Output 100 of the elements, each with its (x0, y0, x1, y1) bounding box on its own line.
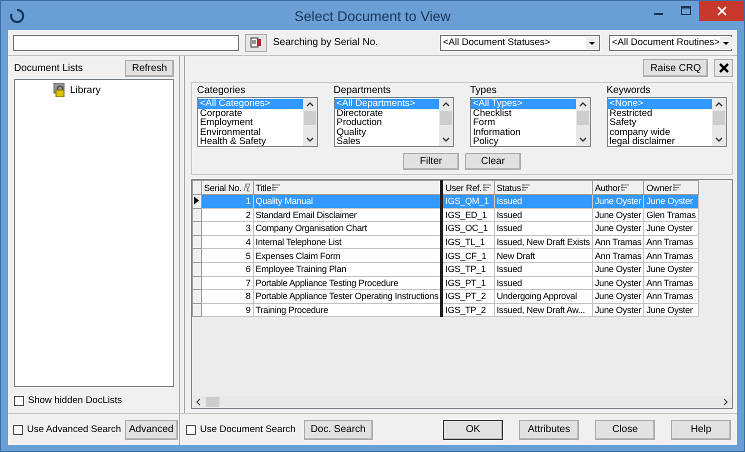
scrollbar-drawing[interactable] (302, 98, 316, 146)
table-row[interactable]: 3 Company Organisation Chart IGS_OC_1 Issued June Oyster June Oyster (192, 222, 698, 236)
table-cell: June Oyster (644, 262, 698, 276)
table-cell: Issued (494, 194, 592, 208)
filter-label: Categories (197, 85, 246, 97)
advanced-button[interactable]: Advanced (125, 420, 178, 440)
caret-icon (720, 36, 732, 48)
column-header[interactable]: Owner (644, 180, 698, 194)
close-icon (716, 6, 726, 16)
list-item[interactable]: Corporate (198, 108, 302, 118)
table-cell: IGS_CF_1 (442, 248, 494, 262)
list-item[interactable]: Safety (608, 118, 712, 128)
table-cell: 5 (202, 248, 254, 262)
search-mode-label: Searching by Serial No. (273, 37, 378, 48)
table-cell: Issued, New Draft Aw... (494, 303, 592, 317)
close-button[interactable] (699, 1, 744, 21)
table-cell: Ann Tramas (644, 248, 698, 262)
dialog-button[interactable]: OK (443, 420, 503, 440)
column-header[interactable]: Serial No. (202, 180, 254, 194)
table-row[interactable]: 2 Standard Email Disclaimer IGS_ED_1 Issued June Oyster Glen Tramas (192, 208, 698, 222)
list-item[interactable]: Environmental (198, 128, 302, 138)
table-cell: IGS_TP_2 (442, 303, 494, 317)
dialog-button[interactable]: Close (595, 420, 655, 440)
table-cell: 6 (202, 262, 254, 276)
table-cell: IGS_PT_2 (442, 290, 494, 304)
table-cell: June Oyster (592, 262, 644, 276)
filter-listbox[interactable]: <All Categories> Corporate Employment Environmental Health & Safety (197, 97, 318, 147)
table-cell: IGS_QM_1 (442, 194, 494, 208)
list-item[interactable]: Restricted (608, 108, 712, 118)
dialog-button[interactable]: Help (671, 420, 731, 440)
table-cell: June Oyster (592, 222, 644, 236)
table-row[interactable]: 4 Internal Telephone List IGS_TL_1 Issued, New Draft Exists Ann Tramas Ann Tramas (192, 235, 698, 249)
table-cell: IGS_OC_1 (442, 222, 494, 236)
scrollbar-drawing[interactable] (712, 98, 726, 146)
list-item[interactable]: Form (471, 118, 576, 128)
doc-search-button[interactable]: Doc. Search (304, 420, 373, 440)
checkbox-label: Use Document Search (200, 424, 296, 435)
close-icon (718, 63, 728, 73)
filter-listbox[interactable]: <All Types> Checklist Form Information Policy (470, 97, 590, 147)
table-cell: June Oyster (644, 303, 698, 317)
column-header[interactable]: Status (494, 180, 592, 194)
list-item[interactable]: Checklist (471, 108, 576, 118)
list-item[interactable]: Directorate (334, 108, 439, 118)
list-item[interactable]: Health & Safety (198, 137, 302, 147)
filter-listbox[interactable]: <None> Restricted Safety company wide legal disclaimer (606, 97, 727, 147)
list-item[interactable]: Employment (198, 118, 302, 128)
table-row[interactable]: 8 Portable Appliance Tester Operating Instructions IGS_PT_2 Undergoing Approval June Oyster Ann Tramas (192, 290, 698, 304)
list-item[interactable]: legal disclaimer (608, 137, 712, 147)
filter-action-button[interactable]: Clear (465, 153, 521, 170)
routine-dropdown[interactable]: <All Document Routines> (609, 34, 732, 50)
scrollbar-drawing[interactable] (439, 98, 453, 146)
table-row[interactable]: 9 Training Procedure IGS_TP_2 Issued, New Draft Aw... June Oyster June Oyster (192, 303, 698, 317)
table-row[interactable]: 6 Employee Training Plan IGS_TP_1 Issued June Oyster June Oyster (192, 262, 698, 276)
lookup-button[interactable] (245, 34, 267, 52)
table-row[interactable]: 5 Expenses Claim Form IGS_CF_1 New Draft Ann Tramas Ann Tramas (192, 248, 698, 262)
refresh-button[interactable]: Refresh (124, 60, 174, 77)
table-cell: June Oyster (592, 303, 644, 317)
checkbox[interactable] (14, 396, 24, 406)
table-cell: June Oyster (644, 194, 698, 208)
status-dropdown[interactable]: <All Document Statuses> (440, 34, 600, 50)
table-cell: Ann Tramas (644, 290, 698, 304)
table-cell: Issued (494, 262, 592, 276)
list-item[interactable]: Sales (334, 137, 439, 147)
current-row-icon (193, 196, 200, 205)
table-cell: Ann Tramas (592, 248, 644, 262)
table-cell: Issued (494, 222, 592, 236)
table-cell: IGS_TP_1 (442, 262, 494, 276)
list-item[interactable]: company wide (608, 128, 712, 138)
list-item[interactable]: Policy (471, 137, 576, 147)
close-filter-button[interactable] (714, 59, 733, 77)
table-cell: New Draft (494, 248, 592, 262)
table-cell: June Oyster (592, 194, 644, 208)
column-header[interactable]: User Ref. (442, 180, 494, 194)
list-item[interactable]: Quality (334, 128, 439, 138)
scrollbar-drawing[interactable] (576, 98, 590, 146)
document-icon (250, 37, 262, 48)
panel-label: Document Lists (14, 63, 83, 74)
dialog-button[interactable]: Attributes (519, 420, 579, 440)
table-cell: 8 (202, 290, 254, 304)
list-item[interactable]: Production (334, 118, 439, 128)
table-cell: June Oyster (592, 290, 644, 304)
column-header[interactable]: Title (253, 180, 442, 194)
padlock-icon (53, 83, 67, 97)
table-cell: June Oyster (644, 222, 698, 236)
table-cell: Undergoing Approval (494, 290, 592, 304)
filter-listbox[interactable]: <All Departments> Directorate Production Quality Sales (334, 97, 454, 147)
table-row[interactable]: 7 Portable Appliance Testing Procedure IGS_PT_1 Issued June Oyster Ann Tramas (192, 276, 698, 290)
raise-crq-button[interactable]: Raise CRQ (643, 59, 708, 77)
column-header[interactable]: Author (592, 180, 644, 194)
filter-action-button[interactable]: Filter (403, 153, 459, 170)
list-item[interactable]: Information (471, 128, 576, 138)
filter-label: Types (470, 85, 498, 97)
table-cell: 9 (202, 303, 254, 317)
checkbox[interactable] (186, 424, 196, 434)
minimize-icon (654, 13, 663, 15)
checkbox[interactable] (13, 424, 23, 434)
search-field[interactable] (13, 34, 239, 50)
tree-item[interactable]: Library (53, 83, 104, 97)
filter-label: Departments (334, 85, 392, 97)
table-cell: Training Procedure (253, 303, 442, 317)
